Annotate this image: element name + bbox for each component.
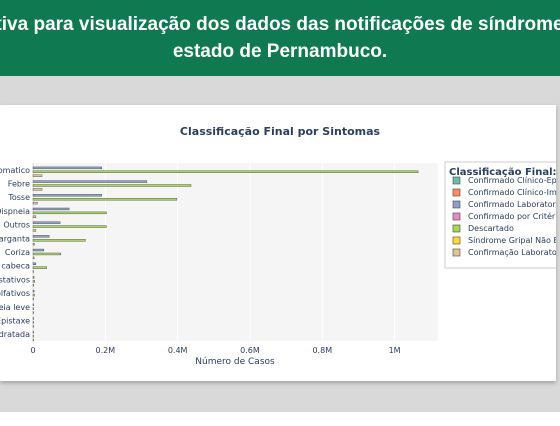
y-tick-label: sidratada bbox=[0, 330, 30, 339]
symptoms-classification-chart[interactable]: Classificação Final por Sintomas ntomati… bbox=[0, 105, 556, 381]
bar-confirma-o-laborato-10[interactable] bbox=[32, 311, 34, 314]
bar-confirma-o-laborato-4[interactable] bbox=[32, 229, 37, 232]
x-tick-label: 1M bbox=[389, 346, 401, 355]
bar-confirmado-laborator-9[interactable] bbox=[32, 289, 35, 293]
plot-area[interactable] bbox=[33, 163, 438, 341]
legend-swatch bbox=[452, 176, 461, 185]
bar-descartado-6[interactable] bbox=[32, 252, 62, 256]
bar-descartado-12[interactable] bbox=[32, 334, 34, 338]
y-tick-label: Outros bbox=[3, 221, 30, 230]
bar-descartado-1[interactable] bbox=[32, 184, 192, 187]
bar-confirma-o-laborato-1[interactable] bbox=[32, 188, 43, 191]
bar-descartado-11[interactable] bbox=[32, 321, 34, 324]
x-axis-label: Número de Casos bbox=[195, 357, 275, 367]
bar-confirmado-laborator-6[interactable] bbox=[32, 248, 45, 252]
legend-entry-label[interactable]: Confirmado Clínico-Ep bbox=[468, 176, 556, 185]
bar-confirma-o-laborato-0[interactable] bbox=[32, 174, 43, 177]
bar-confirmado-laborator-10[interactable] bbox=[32, 303, 34, 306]
bar-confirmado-laborator-3[interactable] bbox=[32, 207, 70, 211]
bar-confirma-o-laborato-12[interactable] bbox=[32, 338, 34, 342]
bar-confirma-o-laborato-6[interactable] bbox=[32, 256, 35, 260]
bar-confirma-o-laborato-8[interactable] bbox=[32, 284, 34, 287]
bar-confirma-o-laborato-2[interactable] bbox=[32, 201, 38, 205]
bar-confirmado-laborator-4[interactable] bbox=[32, 221, 61, 224]
y-tick-label: ustativos bbox=[0, 275, 30, 284]
y-tick-label: oneia leve bbox=[0, 303, 30, 312]
bar-descartado-8[interactable] bbox=[32, 280, 36, 283]
bar-confirma-o-laborato-5[interactable] bbox=[32, 242, 35, 246]
legend-entry-label[interactable]: Confirmado Clínico-Im bbox=[468, 188, 556, 197]
y-tick-label: garganta bbox=[0, 234, 30, 243]
bar-descartado-0[interactable] bbox=[32, 170, 419, 173]
bar-confirmado-laborator-7[interactable] bbox=[32, 262, 37, 265]
bar-descartado-4[interactable] bbox=[32, 225, 107, 228]
x-axis-ticks: 0 0.2M 0.4M 0.6M 0.8M 1M bbox=[30, 346, 400, 355]
legend-swatch bbox=[452, 224, 461, 233]
y-tick-label: de cabeca bbox=[0, 262, 30, 271]
bar-descartado-10[interactable] bbox=[32, 307, 34, 310]
bottom-strip bbox=[0, 412, 560, 426]
bar-confirmado-laborator-5[interactable] bbox=[32, 235, 50, 238]
x-tick-label: 0.8M bbox=[312, 346, 332, 355]
legend-swatch bbox=[452, 248, 461, 257]
legend-entry-label[interactable]: Descartado bbox=[468, 224, 514, 233]
y-axis-ticks: ntomatico Febre Tosse Dispneia Outros gargant… bbox=[0, 166, 30, 339]
bar-descartado-9[interactable] bbox=[32, 293, 35, 297]
bar-confirmado-laborator-0[interactable] bbox=[32, 166, 102, 170]
legend-swatch bbox=[452, 188, 461, 197]
x-tick-label: 0.2M bbox=[96, 346, 116, 355]
x-tick-label: 0.4M bbox=[168, 346, 188, 355]
bar-descartado-7[interactable] bbox=[32, 266, 47, 269]
legend: Classificação Final: Confirmado Clínico-… bbox=[444, 161, 556, 269]
y-tick-label: Epistaxe bbox=[0, 316, 30, 325]
bar-confirmado-laborator-8[interactable] bbox=[32, 276, 35, 279]
chart-card: Classificação Final por Sintomas ntomati… bbox=[0, 105, 556, 381]
legend-entry-label[interactable]: Síndrome Gripal Não Es bbox=[468, 236, 556, 245]
legend-entry-label[interactable]: Confirmado Laborator bbox=[468, 200, 556, 209]
legend-entry-label[interactable]: Confirmação Laborato bbox=[468, 248, 556, 257]
header-banner: ma interativa para visualização dos dado… bbox=[0, 0, 560, 76]
bar-confirma-o-laborato-3[interactable] bbox=[32, 215, 37, 218]
legend-swatch bbox=[452, 200, 461, 209]
y-tick-label: Tosse bbox=[7, 193, 30, 202]
bar-confirmado-laborator-2[interactable] bbox=[32, 194, 102, 197]
bar-descartado-5[interactable] bbox=[32, 239, 86, 242]
bar-confirmado-laborator-1[interactable] bbox=[32, 180, 148, 183]
y-tick-label: Coriza bbox=[5, 248, 30, 257]
x-tick-label: 0 bbox=[30, 346, 35, 355]
bar-confirma-o-laborato-7[interactable] bbox=[32, 270, 34, 273]
y-tick-label: Dispneia bbox=[0, 207, 30, 216]
bar-confirma-o-laborato-9[interactable] bbox=[32, 297, 34, 301]
y-tick-label: olfativos bbox=[0, 289, 30, 298]
banner-title-line-1: ma interativa para visualização dos dado… bbox=[0, 14, 560, 35]
legend-entry-label[interactable]: Confirmado por Critéri bbox=[468, 211, 556, 221]
banner-title-line-2: estado de Pernambuco. bbox=[172, 41, 388, 62]
bar-confirmado-laborator-12[interactable] bbox=[32, 331, 34, 334]
bar-confirmado-laborator-11[interactable] bbox=[32, 317, 34, 320]
legend-swatch bbox=[452, 236, 461, 245]
legend-swatch bbox=[452, 212, 461, 221]
bar-descartado-2[interactable] bbox=[32, 198, 178, 201]
chart-title: Classificação Final por Sintomas bbox=[180, 125, 381, 138]
y-tick-label: ntomatico bbox=[0, 166, 30, 175]
bar-confirma-o-laborato-11[interactable] bbox=[32, 325, 34, 328]
x-tick-label: 0.6M bbox=[240, 346, 260, 355]
bar-descartado-3[interactable] bbox=[32, 211, 107, 215]
y-tick-label: Febre bbox=[8, 180, 30, 189]
